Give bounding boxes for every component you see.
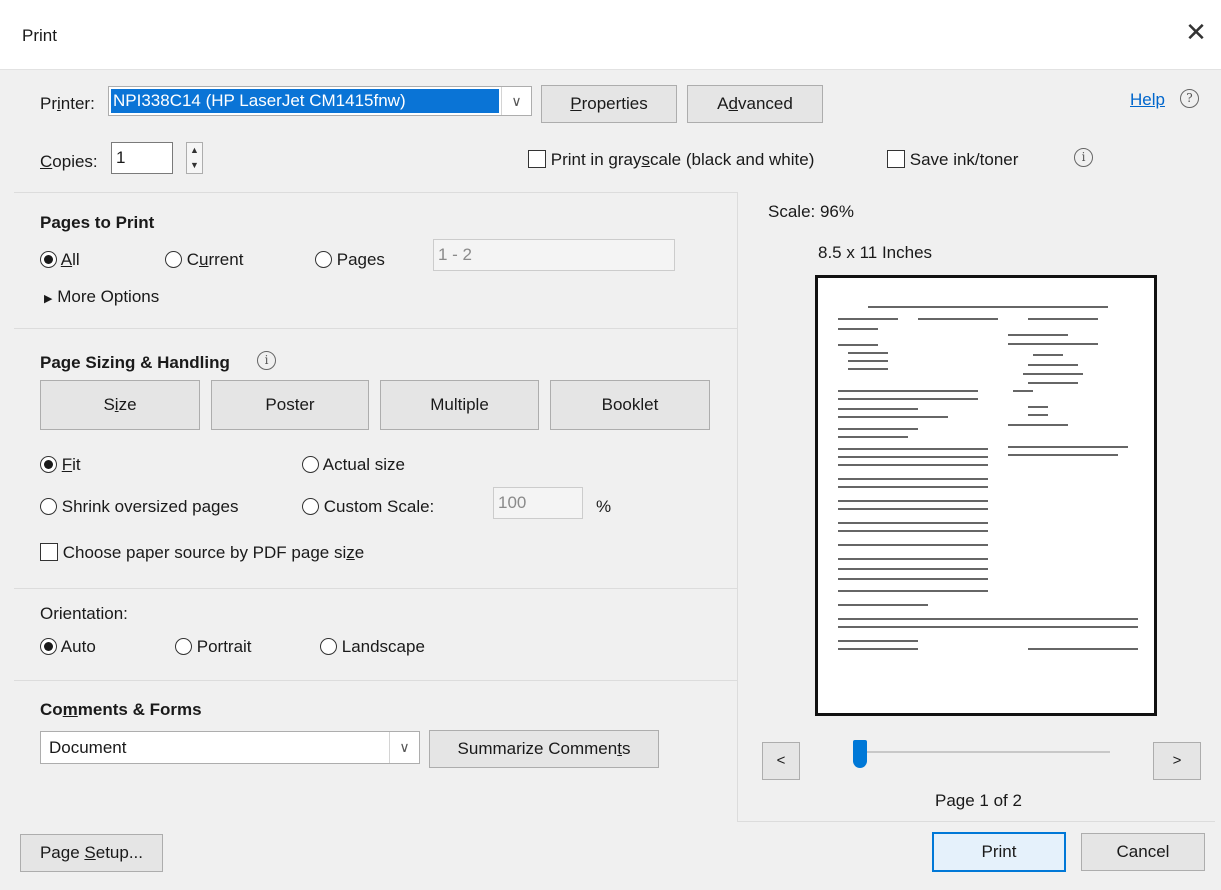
booklet-tab-button[interactable]: Booklet — [550, 380, 710, 430]
radio-custom-scale-indicator[interactable] — [302, 498, 319, 515]
properties-button[interactable]: Properties — [541, 85, 677, 123]
radio-all-indicator[interactable] — [40, 251, 57, 268]
radio-current[interactable]: Current — [165, 250, 243, 270]
copies-label: Copies: — [40, 152, 98, 171]
help-link[interactable]: Help — [1130, 90, 1165, 110]
comments-forms-title: Comments & Forms — [40, 700, 202, 719]
save-ink-checkbox[interactable] — [887, 150, 905, 168]
chevron-down-icon[interactable]: ∨ — [501, 87, 531, 115]
radio-portrait-indicator[interactable] — [175, 638, 192, 655]
radio-actual-size[interactable]: Actual size — [302, 455, 405, 475]
poster-tab-button[interactable]: Poster — [211, 380, 369, 430]
page-sizing-title: Page Sizing & Handling — [40, 353, 230, 372]
chevron-down-icon[interactable]: ∨ — [389, 732, 419, 763]
page-setup-button[interactable]: Page Setup... — [20, 834, 163, 872]
copies-input[interactable]: 1 — [111, 142, 173, 174]
printer-select[interactable]: NPI338C14 (HP LaserJet CM1415fnw) ∨ — [108, 86, 532, 116]
comments-forms-select[interactable]: Document ∨ — [40, 731, 420, 764]
paper-source-checkbox[interactable] — [40, 543, 58, 561]
radio-current-indicator[interactable] — [165, 251, 182, 268]
radio-actual-size-indicator[interactable] — [302, 456, 319, 473]
radio-auto-indicator[interactable] — [40, 638, 57, 655]
advanced-button[interactable]: Advanced — [687, 85, 823, 123]
size-tab-button[interactable]: Size — [40, 380, 200, 430]
custom-scale-input[interactable]: 100 — [493, 487, 583, 519]
page-slider-thumb[interactable] — [853, 740, 867, 768]
orientation-title: Orientation: — [40, 604, 128, 623]
next-page-button[interactable]: > — [1153, 742, 1201, 780]
comments-forms-selected-value: Document — [49, 738, 127, 757]
window-title: Print — [22, 26, 57, 45]
percent-label: % — [596, 497, 612, 516]
info-icon[interactable]: i — [1074, 148, 1093, 167]
sizing-info-icon[interactable]: i — [257, 351, 276, 370]
grayscale-option[interactable]: Print in grayscale (black and white) — [528, 150, 814, 170]
copies-stepper[interactable]: ▲ ▼ — [186, 142, 203, 174]
printer-label: Printer: — [40, 94, 95, 113]
summarize-comments-button[interactable]: Summarize Comments — [429, 730, 659, 768]
orientation-section — [14, 588, 737, 678]
previous-page-button[interactable]: < — [762, 742, 800, 780]
radio-shrink-indicator[interactable] — [40, 498, 57, 515]
grayscale-checkbox[interactable] — [528, 150, 546, 168]
caret-right-icon: ▶ — [44, 293, 53, 305]
radio-shrink[interactable]: Shrink oversized pages — [40, 497, 238, 517]
stepper-down-icon[interactable]: ▼ — [187, 158, 202, 173]
save-ink-option[interactable]: Save ink/toner — [887, 150, 1018, 170]
radio-landscape-indicator[interactable] — [320, 638, 337, 655]
radio-landscape[interactable]: Landscape — [320, 637, 425, 657]
radio-all[interactable]: All — [40, 250, 80, 270]
radio-fit[interactable]: Fit — [40, 455, 81, 475]
page-indicator: Page 1 of 2 — [935, 791, 1022, 810]
more-options-toggle[interactable]: ▶ More Options — [44, 287, 159, 307]
preview-paper-size: 8.5 x 11 Inches — [818, 243, 933, 262]
stepper-up-icon[interactable]: ▲ — [187, 143, 202, 158]
close-icon[interactable]: ✕ — [1181, 18, 1211, 48]
multiple-tab-button[interactable]: Multiple — [380, 380, 539, 430]
radio-fit-indicator[interactable] — [40, 456, 57, 473]
page-range-input[interactable]: 1 - 2 — [433, 239, 675, 271]
radio-pages[interactable]: Pages — [315, 250, 385, 270]
paper-source-option[interactable]: Choose paper source by PDF page size — [40, 543, 364, 563]
help-icon[interactable]: ? — [1180, 89, 1199, 108]
radio-custom-scale[interactable]: Custom Scale: — [302, 497, 434, 517]
printer-selected-value: NPI338C14 (HP LaserJet CM1415fnw) — [111, 89, 499, 113]
pages-to-print-title: Pages to Print — [40, 213, 155, 232]
cancel-button[interactable]: Cancel — [1081, 833, 1205, 871]
page-preview — [815, 275, 1157, 716]
radio-auto[interactable]: Auto — [40, 637, 96, 657]
page-slider-track[interactable] — [858, 751, 1110, 753]
title-bar: Print ✕ — [0, 0, 1221, 70]
radio-pages-indicator[interactable] — [315, 251, 332, 268]
radio-portrait[interactable]: Portrait — [175, 637, 252, 657]
print-button[interactable]: Print — [932, 832, 1066, 872]
preview-scale: Scale: 96% — [768, 202, 854, 221]
